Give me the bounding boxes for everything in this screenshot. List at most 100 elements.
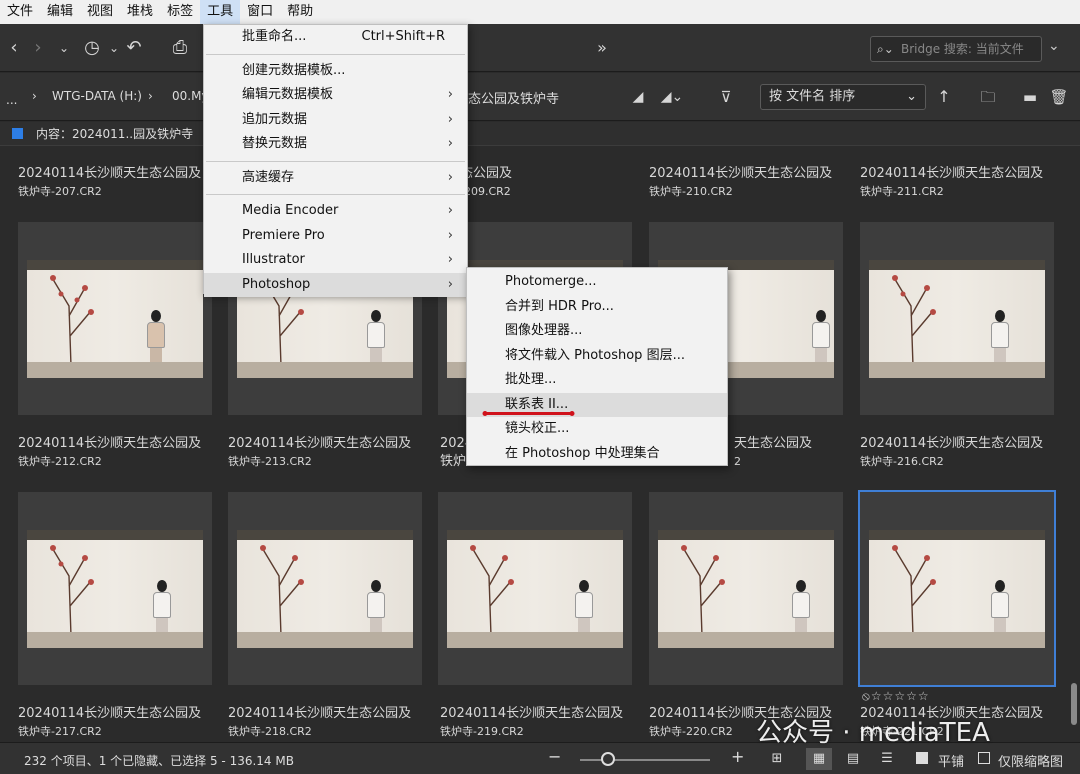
thumbnails-only-checkbox[interactable] [978,752,990,764]
thumbnail-card[interactable] [438,492,632,685]
sort-dropdown[interactable]: 按 文件名 排序 ⌄ [760,84,926,110]
thumbnail-title: 20240114长沙顺天生态公园及 铁炉寺-213.CR2 [228,435,418,471]
submenu-arrow-icon: › [447,111,453,127]
boomerang-icon[interactable]: ↶ [122,36,146,60]
grid-lock-icon[interactable]: ⊞ [764,748,790,770]
search-input[interactable]: ⌕⌄ Bridge 搜索: 当前文件 [870,36,1042,62]
content-panel-title: 内容：2024011..园及铁炉寺 [36,127,194,141]
thumbnail-title: 20240114长沙顺天生态公园及 铁炉寺-216.CR2 [860,435,1050,471]
title-line: 20240114长沙顺天生态公园及 [18,166,202,181]
forward-icon[interactable]: › [26,36,50,60]
title-line: 20240114长沙顺天生态公园及 [440,706,624,721]
view-thumbnails-icon[interactable]: ▦ [806,748,832,770]
chevron-down-icon: ⌄ [906,89,917,104]
filename: 铁炉寺-211.CR2 [860,185,944,198]
thumbnail-title: 20240114长沙顺天生态公园及 铁炉寺-210.CR2 [649,165,839,201]
chevron-down-icon[interactable]: ⌄ [1048,38,1060,54]
menu-view[interactable]: 视图 [80,0,120,24]
menu-item-label: 追加元数据 [242,111,308,127]
menu-item-process-collections[interactable]: 在 Photoshop 中处理集合 [467,442,727,467]
back-icon[interactable]: ‹ [2,36,26,60]
thumbnail-card[interactable] [18,492,212,685]
title-line: 20240114长沙顺天生态公园及 [228,706,412,721]
thumbnail-title: 20240114长沙顺天生态公园及 铁炉寺-217.CR2 [18,705,208,740]
filter-icon[interactable]: ⊽ [714,85,738,109]
menu-file[interactable]: 文件 [0,0,40,24]
menu-edit[interactable]: 编辑 [40,0,80,24]
breadcrumb-separator-icon: › [32,89,37,103]
content-panel-header: 内容：2024011..园及铁炉寺 [0,122,1080,146]
menu-item-photomerge[interactable]: Photomerge... [467,270,727,295]
menu-item-premiere-pro[interactable]: Premiere Pro › [204,224,467,249]
annotation-underline [482,411,575,416]
menu-item-photoshop[interactable]: Photoshop › [204,272,467,297]
tile-checkbox[interactable] [916,752,928,764]
menu-item-label: 高速缓存 [242,169,295,185]
menu-item-label: 联系表 II... [505,396,569,412]
search-placeholder: Bridge 搜索: 当前文件 [901,42,1024,56]
thumbnail-card[interactable] [18,222,212,415]
zoom-in-button[interactable]: + [731,747,744,766]
slider-handle[interactable] [601,752,615,766]
scrollbar-thumb[interactable] [1071,683,1077,725]
trash-icon[interactable]: 🗑 [1047,85,1071,109]
zoom-out-button[interactable]: − [548,747,561,766]
filename: 铁炉寺-217.CR2 [18,725,102,738]
breadcrumb-current-folder[interactable]: 态公园及铁炉寺 [468,88,559,107]
title-line: 20240114长沙顺天生态公园及 [860,166,1044,181]
filename: 铁炉寺-218.CR2 [228,725,312,738]
menu-item-append-metadata[interactable]: 追加元数据 › [204,108,467,133]
sort-ascending-icon[interactable]: ↑ [932,85,956,109]
menu-item-label: 创建元数据模板... [242,62,346,78]
photoshop-submenu: Photomerge... 合并到 HDR Pro... 图像处理器... 将文… [466,267,728,466]
menu-item-media-encoder[interactable]: Media Encoder › [204,199,467,224]
menu-item-label: 批处理... [505,372,557,387]
menu-item-load-layers[interactable]: 将文件载入 Photoshop 图层... [467,344,727,369]
recent-history-icon[interactable]: ◷ [80,36,104,60]
menu-item-label: Illustrator [242,252,305,267]
menu-item-batch[interactable]: 批处理... [467,368,727,393]
rating-filter-icon[interactable]: ◢⌄ [660,85,684,109]
menu-item-batch-rename[interactable]: 批重命名... Ctrl+Shift+R [204,25,467,50]
menu-item-edit-metadata-template[interactable]: 编辑元数据模板 › [204,83,467,108]
menu-item-lens-correction[interactable]: 镜头校正... [467,417,727,442]
photo-thumbnail [869,530,1045,648]
vertical-scrollbar[interactable] [1068,147,1080,740]
quality-icon[interactable]: ◢ [626,85,650,109]
menu-item-cache[interactable]: 高速缓存 › [204,166,467,191]
submenu-arrow-icon: › [447,87,453,102]
filename: 铁炉寺-219.CR2 [440,725,524,738]
filename: 铁炉寺-207.CR2 [18,185,102,198]
menu-help[interactable]: 帮助 [280,0,320,24]
breadcrumb-drive[interactable]: WTG-DATA (H:) [52,89,142,103]
thumbnail-card-selected[interactable] [858,490,1056,687]
breadcrumb-ellipsis[interactable]: ... [6,93,17,107]
menu-label[interactable]: 标签 [160,0,200,24]
menu-stack[interactable]: 堆栈 [120,0,160,24]
star-rating[interactable]: ⦸☆☆☆☆☆ [862,689,930,704]
thumbnail-title: 20240114长沙顺天生态公园及 铁炉寺-212.CR2 [18,435,208,471]
more-panels-button[interactable]: » [590,36,614,60]
view-details-icon[interactable]: ▤ [840,748,866,770]
menu-tools[interactable]: 工具 [200,0,241,24]
camera-import-icon[interactable]: ⎙ [168,36,192,60]
menu-window[interactable]: 窗口 [240,0,280,24]
recent-folder-icon[interactable]: 🗀 [976,85,1000,109]
menu-item-label: 替换元数据 [242,136,308,151]
menu-item-image-processor[interactable]: 图像处理器... [467,319,727,344]
thumbnail-card[interactable] [228,492,422,685]
menu-item-create-metadata-template[interactable]: 创建元数据模板... [204,59,467,84]
menu-item-illustrator[interactable]: Illustrator › [204,248,467,273]
menu-item-merge-hdr[interactable]: 合并到 HDR Pro... [467,295,727,320]
new-folder-icon[interactable]: ▬ [1018,85,1042,109]
submenu-arrow-icon: › [447,169,453,185]
thumbnail-card[interactable] [860,222,1054,415]
thumbnail-title: 天生态公园及 2 [734,435,834,471]
view-list-icon[interactable]: ☰ [874,748,900,770]
thumbnail-card[interactable] [649,492,843,685]
photo-thumbnail [27,530,203,648]
menu-item-replace-metadata[interactable]: 替换元数据 › [204,132,467,157]
chevron-down-icon[interactable]: ⌄ [52,36,76,60]
thumbnail-title: 20240114长沙顺天生态公园及 铁炉寺-207.CR2 [18,165,208,201]
thumbnail-size-slider[interactable] [580,759,710,761]
